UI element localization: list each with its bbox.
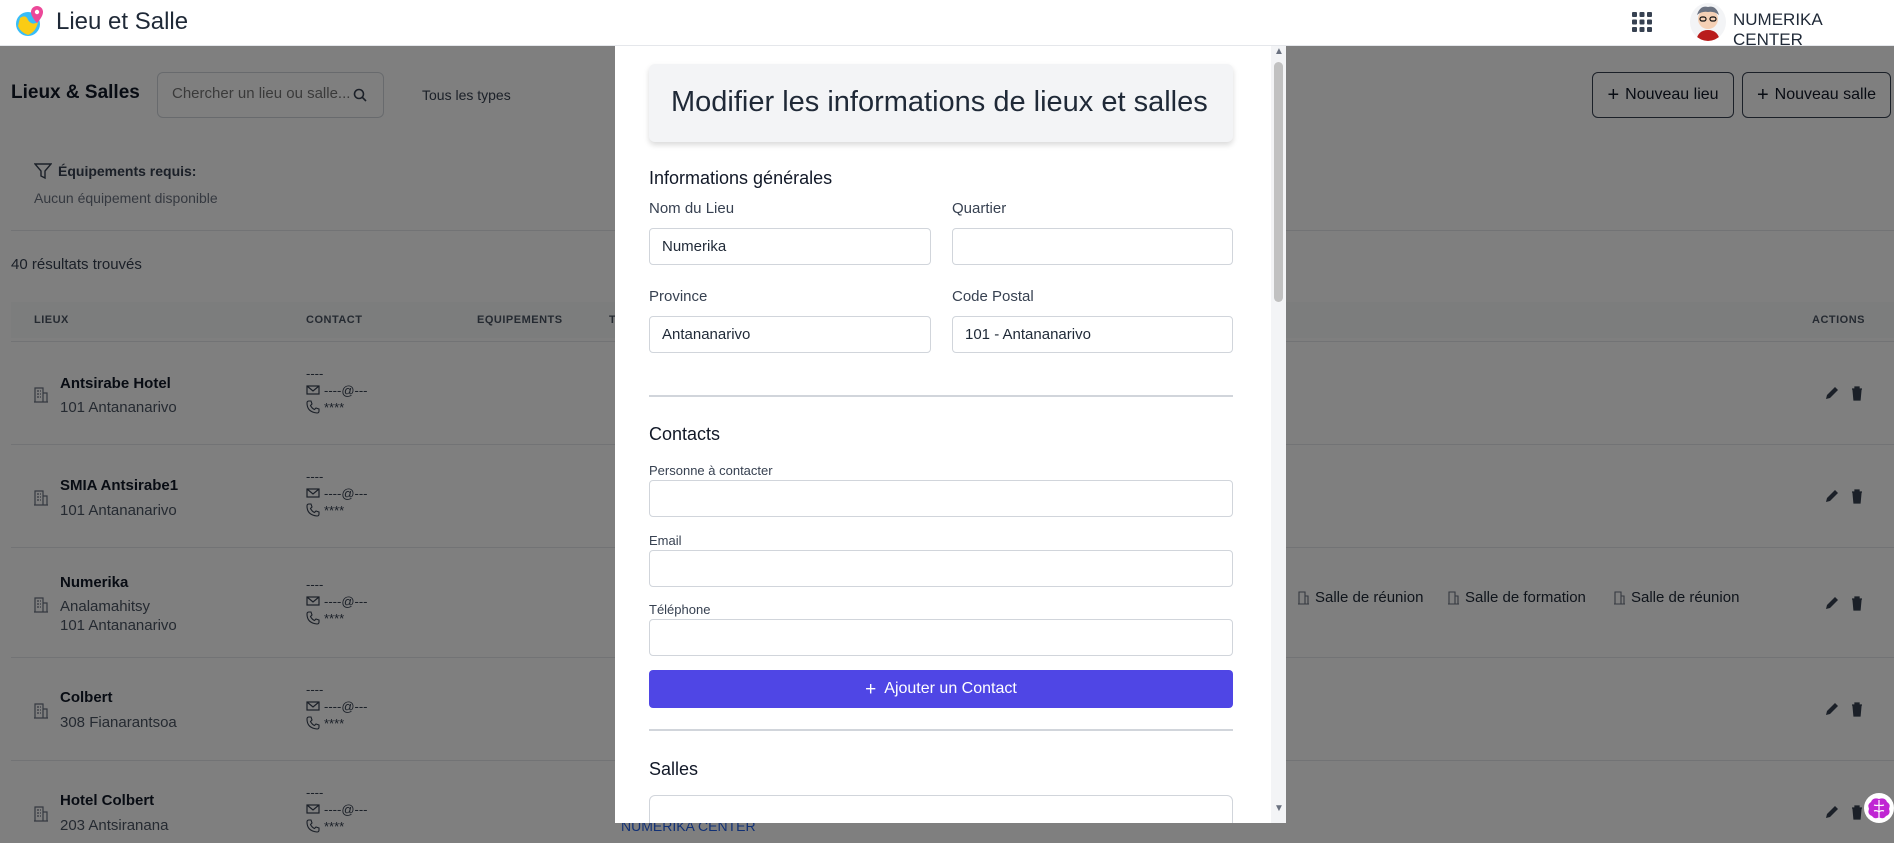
app-title[interactable]: Lieu et Salle bbox=[56, 8, 188, 36]
district-field[interactable] bbox=[952, 228, 1233, 265]
modal-scrollbar[interactable]: ▲ ▼ bbox=[1271, 46, 1286, 823]
email-field[interactable] bbox=[649, 550, 1233, 587]
contact-person-label: Personne à contacter bbox=[649, 463, 773, 478]
add-contact-label: Ajouter un Contact bbox=[884, 680, 1017, 697]
postal-code-field[interactable] bbox=[952, 316, 1233, 353]
user-name[interactable]: NUMERIKA CENTER bbox=[1733, 10, 1894, 50]
contacts-title: Contacts bbox=[649, 424, 721, 444]
email-input[interactable] bbox=[662, 560, 1186, 577]
section-divider bbox=[649, 395, 1233, 397]
top-bar: Lieu et Salle NUMERIKA CENTER bbox=[0, 0, 1894, 49]
scroll-down-icon[interactable]: ▼ bbox=[1274, 803, 1284, 814]
province-field[interactable] bbox=[649, 316, 931, 353]
phone-field[interactable] bbox=[649, 619, 1233, 656]
contact-person-input[interactable] bbox=[662, 490, 1186, 507]
district-label: Quartier bbox=[952, 200, 1007, 217]
phone-input[interactable] bbox=[662, 629, 1186, 646]
postal-code-label: Code Postal bbox=[952, 288, 1034, 305]
avatar-icon bbox=[1696, 6, 1720, 41]
edit-place-modal: Modifier les informations de lieux et sa… bbox=[615, 46, 1286, 823]
modal-header: Modifier les informations de lieux et sa… bbox=[649, 64, 1233, 142]
province-label: Province bbox=[649, 288, 708, 305]
email-label: Email bbox=[649, 533, 682, 548]
place-name-input[interactable] bbox=[662, 238, 914, 255]
add-contact-button[interactable]: + Ajouter un Contact bbox=[649, 670, 1233, 708]
scrollbar-thumb[interactable] bbox=[1274, 62, 1283, 302]
phone-label: Téléphone bbox=[649, 602, 711, 617]
rooms-title: Salles bbox=[649, 759, 699, 779]
plus-icon: + bbox=[865, 678, 877, 700]
app-logo-icon bbox=[16, 6, 43, 36]
room-card bbox=[649, 795, 1233, 823]
brain-icon bbox=[1868, 798, 1890, 819]
section-divider bbox=[649, 729, 1233, 731]
postal-code-input[interactable] bbox=[965, 326, 1217, 343]
place-name-field[interactable] bbox=[649, 228, 931, 265]
scroll-up-icon[interactable]: ▲ bbox=[1274, 46, 1284, 57]
place-name-label: Nom du Lieu bbox=[649, 200, 735, 217]
general-info-title: Informations générales bbox=[649, 168, 833, 188]
contact-person-field[interactable] bbox=[649, 480, 1233, 517]
user-avatar[interactable] bbox=[1690, 3, 1726, 41]
province-input[interactable] bbox=[662, 326, 914, 343]
district-input[interactable] bbox=[965, 238, 1217, 255]
assistant-button[interactable] bbox=[1864, 793, 1894, 823]
modal-title: Modifier les informations de lieux et sa… bbox=[671, 86, 1208, 118]
apps-grid-icon[interactable] bbox=[1630, 10, 1654, 34]
